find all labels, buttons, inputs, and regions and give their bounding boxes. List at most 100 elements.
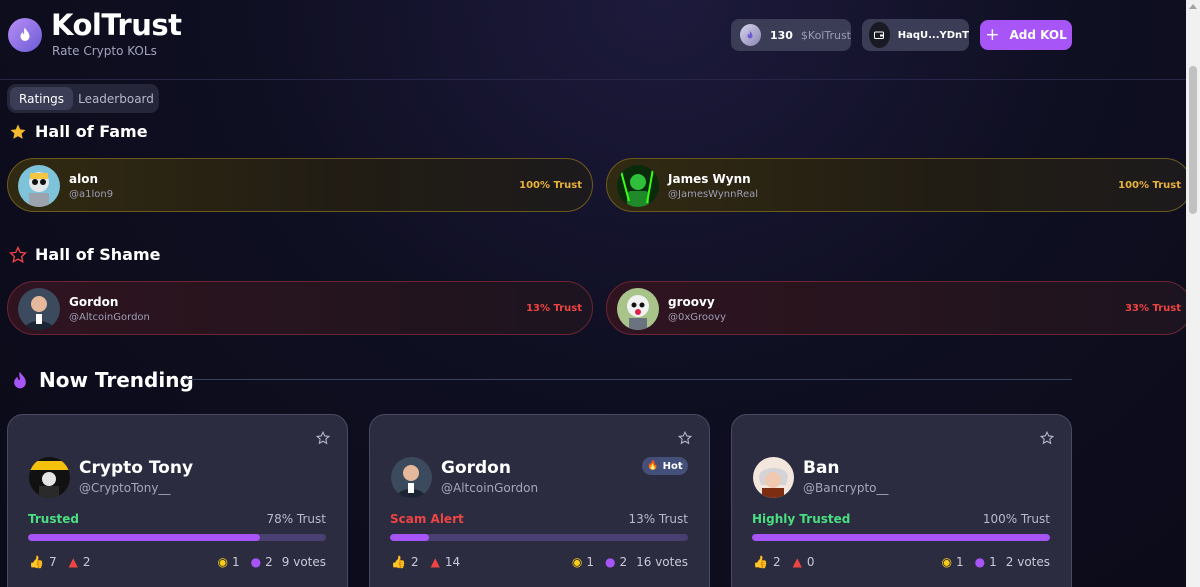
chat-icon[interactable]: ●	[251, 555, 261, 569]
chat-icon[interactable]: ●	[975, 555, 985, 569]
eye-icon: ◉	[217, 555, 228, 569]
trust-progress-bar	[752, 534, 1050, 541]
trust-progress-fill	[28, 534, 261, 541]
flag-count: 14	[444, 555, 461, 569]
flame-icon	[14, 371, 26, 389]
kol-handle: @a1lon9	[69, 189, 114, 200]
kol-card[interactable]: Gordon @AltcoinGordon 🔥 Hot Scam Alert 1…	[369, 414, 710, 587]
brand-subtitle: Rate Crypto KOLs	[52, 44, 157, 58]
top-header: KolTrust Rate Crypto KOLs 130 $KolTrust …	[0, 0, 1186, 80]
warning-icon[interactable]: ▲	[69, 555, 78, 569]
avatar	[29, 457, 70, 498]
scroll-up-arrow-icon[interactable]	[1189, 4, 1197, 9]
brand-title[interactable]: KolTrust	[51, 8, 182, 42]
kol-name: Gordon	[69, 295, 119, 309]
avatar	[391, 457, 432, 498]
engagement-stats: ◉ 1 ● 1 2 votes	[942, 555, 1050, 569]
trust-percentage: 13% Trust	[628, 512, 688, 526]
avatar	[753, 457, 794, 498]
hot-badge-label: Hot	[662, 460, 683, 472]
kol-handle: @AltcoinGordon	[441, 481, 539, 495]
hall-of-fame-card[interactable]: James Wynn @JamesWynnReal 100% Trust	[606, 158, 1192, 212]
view-count: 1	[232, 555, 240, 569]
hall-of-shame-title: Hall of Shame	[35, 245, 161, 264]
thumbs-up-icon[interactable]: 👍	[29, 555, 44, 569]
trust-status-label: Highly Trusted	[752, 512, 851, 526]
warning-icon[interactable]: ▲	[793, 555, 802, 569]
view-count: 1	[586, 555, 594, 569]
view-count: 1	[956, 555, 964, 569]
kol-handle: @Bancrypto__	[803, 481, 889, 495]
engagement-stats: ◉ 1 ● 2 9 votes	[218, 555, 326, 569]
warning-icon[interactable]: ▲	[431, 555, 440, 569]
trust-score: 100% Trust	[1118, 180, 1181, 191]
add-kol-button[interactable]: + Add KOL	[980, 20, 1072, 50]
engagement-stats: ◉ 1 ● 2 16 votes	[572, 555, 688, 569]
kol-handle: @0xGroovy	[668, 312, 726, 323]
hall-of-fame-title: Hall of Fame	[35, 122, 148, 141]
kol-name: James Wynn	[668, 172, 751, 186]
kol-name: Gordon	[441, 458, 511, 478]
vote-total: 9 votes	[281, 555, 326, 569]
thumbs-up-icon[interactable]: 👍	[391, 555, 406, 569]
eye-icon: ◉	[941, 555, 952, 569]
comment-count: 1	[989, 555, 997, 569]
kol-card[interactable]: Ban @Bancrypto__ Highly Trusted 100% Tru…	[731, 414, 1072, 587]
trust-percentage: 100% Trust	[982, 512, 1050, 526]
trust-status-label: Scam Alert	[390, 512, 464, 526]
trust-score: 100% Trust	[519, 180, 582, 191]
upvote-count: 2	[772, 555, 781, 569]
now-trending-title: Now Trending	[39, 368, 194, 392]
wallet-address: HaqU...YDnT	[897, 29, 969, 41]
star-filled-icon	[10, 124, 26, 139]
hall-of-shame-card[interactable]: groovy @0xGroovy 33% Trust	[606, 281, 1192, 335]
avatar	[18, 288, 60, 330]
flag-count: 0	[806, 555, 815, 569]
avatar	[617, 288, 659, 330]
trust-progress-fill	[752, 534, 1050, 541]
avatar	[617, 165, 659, 207]
flame-logo-icon[interactable]	[8, 18, 42, 52]
flag-count: 2	[82, 555, 91, 569]
hall-of-shame-card[interactable]: Gordon @AltcoinGordon 13% Trust	[7, 281, 593, 335]
kol-handle: @AltcoinGordon	[69, 312, 150, 323]
vote-stats: 👍 2 ▲ 0	[753, 555, 814, 569]
flame-icon: 🔥	[647, 461, 659, 471]
trust-progress-bar	[28, 534, 326, 541]
trust-score: 33% Trust	[1125, 303, 1181, 314]
token-name: $KolTrust	[800, 28, 851, 42]
vote-stats: 👍 2 ▲ 14	[391, 555, 460, 569]
kol-handle: @CryptoTony__	[79, 481, 171, 495]
wallet-button[interactable]: HaqU...YDnT	[862, 19, 969, 51]
wallet-icon	[869, 22, 890, 48]
hall-of-fame-card[interactable]: alon @a1lon9 100% Trust	[7, 158, 593, 212]
vote-stats: 👍 7 ▲ 2	[29, 555, 90, 569]
now-trending-heading: Now Trending	[10, 368, 194, 392]
hall-of-shame-heading: Hall of Shame	[9, 245, 160, 264]
section-divider	[183, 379, 1072, 380]
tab-leaderboard[interactable]: Leaderboard	[76, 87, 156, 110]
favorite-star-icon[interactable]	[1040, 431, 1054, 445]
kol-card[interactable]: Crypto Tony @CryptoTony__ Trusted 78% Tr…	[7, 414, 348, 587]
upvote-count: 2	[410, 555, 419, 569]
thumbs-up-icon[interactable]: 👍	[753, 555, 768, 569]
tab-ratings[interactable]: Ratings	[10, 87, 73, 110]
kol-name: Crypto Tony	[79, 458, 194, 478]
hot-badge: 🔥 Hot	[642, 457, 688, 475]
page-scrollbar[interactable]	[1186, 0, 1200, 587]
chat-icon[interactable]: ●	[605, 555, 615, 569]
avatar	[18, 165, 60, 207]
vote-total: 2 votes	[1005, 555, 1050, 569]
token-balance-pill[interactable]: 130 $KolTrust	[731, 19, 851, 51]
trust-score: 13% Trust	[526, 303, 582, 314]
add-kol-label: Add KOL	[1009, 28, 1067, 42]
kol-handle: @JamesWynnReal	[668, 189, 759, 200]
trust-status-label: Trusted	[28, 512, 79, 526]
favorite-star-icon[interactable]	[316, 431, 330, 445]
plus-icon: +	[985, 25, 1000, 45]
hall-of-fame-heading: Hall of Fame	[9, 122, 148, 141]
token-icon	[740, 24, 761, 46]
star-outline-icon	[9, 245, 27, 263]
scroll-thumb[interactable]	[1189, 66, 1197, 214]
favorite-star-icon[interactable]	[678, 431, 692, 445]
